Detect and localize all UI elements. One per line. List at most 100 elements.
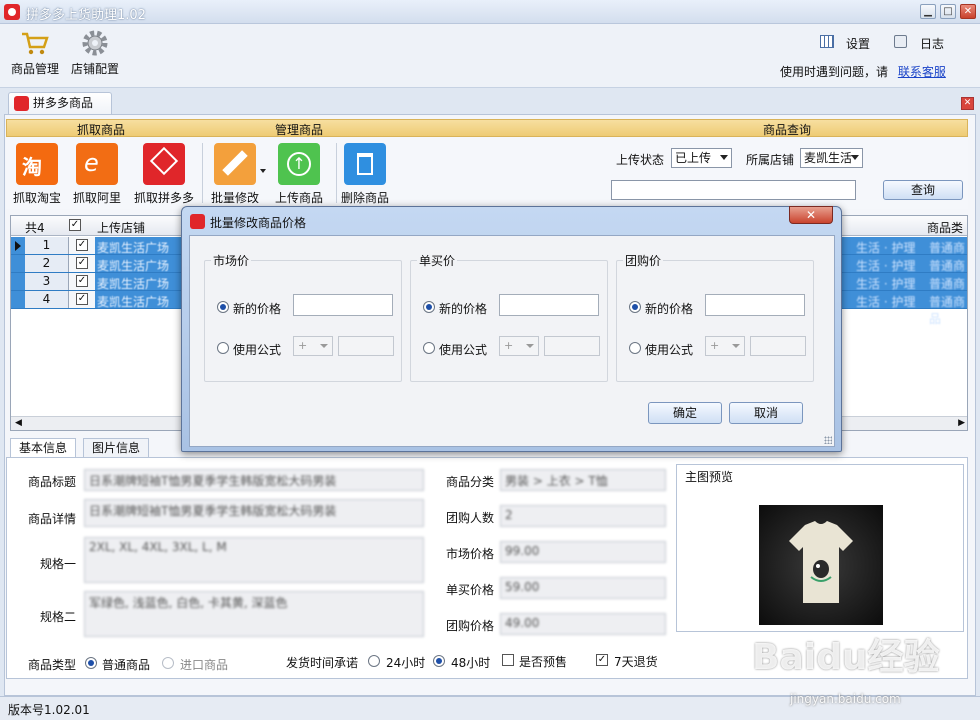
single-price-field[interactable]: 59.00: [500, 577, 666, 599]
version-label: 版本号1.02.01: [8, 703, 90, 717]
ok-button[interactable]: 确定: [648, 402, 722, 424]
spec2-field[interactable]: 军绿色, 浅蓝色, 白色, 卡其黄, 深蓝色: [84, 591, 424, 637]
single-formula-operator-select[interactable]: +: [499, 336, 539, 356]
group-header-bar: 抓取商品 管理商品 商品查询: [6, 119, 968, 137]
upload-products-button[interactable]: ↑ 上传商品: [268, 143, 330, 206]
row-checkbox[interactable]: ✓: [69, 255, 95, 272]
market-new-price-radio[interactable]: [217, 301, 229, 313]
close-tab-icon[interactable]: ✕: [961, 97, 974, 110]
market-formula-radio[interactable]: [217, 342, 229, 354]
market-new-price-input[interactable]: [293, 294, 393, 316]
upload-status-select[interactable]: 已上传: [671, 148, 732, 168]
group-price-label: 团购价格: [446, 619, 495, 633]
grid-count-label: 共4: [25, 221, 45, 235]
fetch-pdd-button[interactable]: 抓取拼多多: [132, 143, 196, 206]
row-checkbox[interactable]: ✓: [69, 237, 95, 254]
shop-config-button[interactable]: 店铺配置: [68, 28, 122, 77]
batch-edit-dropdown-icon[interactable]: [260, 169, 266, 173]
market-price-group-title: 市场价: [211, 252, 252, 269]
cart-icon: [20, 28, 50, 58]
search-button[interactable]: 查询: [883, 180, 963, 200]
group-new-price-input[interactable]: [705, 294, 805, 316]
chevron-down-icon: [732, 344, 740, 348]
group-manage-title: 管理商品: [275, 123, 324, 137]
group-formula-operator-select[interactable]: +: [705, 336, 745, 356]
row-shop: 麦凯生活广场: [97, 295, 170, 309]
taobao-icon: 淘: [16, 143, 58, 185]
type-normal-label: 普通商品: [102, 658, 151, 672]
select-all-checkbox[interactable]: ✓: [69, 219, 81, 231]
group-formula-label: 使用公式: [645, 343, 694, 357]
ship-24h-radio[interactable]: [368, 655, 380, 667]
scroll-left-icon[interactable]: ◀: [15, 418, 22, 428]
row-index: 1: [25, 237, 69, 254]
contact-support-link[interactable]: 联系客服: [898, 65, 946, 79]
title-bar: 拼多多上货助理1.02 ▁ □ ✕: [0, 0, 980, 24]
product-management-label: 商品管理: [10, 62, 59, 76]
market-formula-operator: +: [298, 339, 308, 352]
return-7days-checkbox[interactable]: ✓: [596, 654, 608, 666]
chevron-down-icon: [851, 155, 859, 160]
market-price-label: 市场价格: [446, 547, 495, 561]
batch-price-dialog: 批量修改商品价格 市场价 新的价格 使用公式 + 单买价 新的价格 使用公式 +…: [181, 206, 842, 452]
group-new-price-label: 新的价格: [645, 302, 694, 316]
ship-48h-radio[interactable]: [433, 655, 445, 667]
single-price-label: 单买价格: [446, 583, 495, 597]
product-type-label: 商品类型: [28, 658, 77, 672]
detail-field[interactable]: 日系潮牌短袖T恤男夏季学生韩版宽松大码男装: [84, 499, 424, 527]
settings-link[interactable]: 设置: [846, 35, 870, 52]
group-formula-input[interactable]: [750, 336, 806, 356]
single-formula-radio[interactable]: [423, 342, 435, 354]
dialog-title: 批量修改商品价格: [210, 216, 307, 230]
app-logo-icon: [4, 4, 20, 20]
row-checkbox[interactable]: ✓: [69, 273, 95, 290]
shop-select[interactable]: 麦凯生活: [800, 148, 863, 168]
type-import-radio[interactable]: [162, 657, 174, 669]
chevron-down-icon: [526, 344, 534, 348]
toolbar-separator: [202, 143, 203, 203]
presale-checkbox[interactable]: [502, 654, 514, 666]
fetch-taobao-button[interactable]: 淘 抓取淘宝: [6, 143, 68, 206]
scroll-right-icon[interactable]: ▶: [958, 418, 965, 428]
main-image-preview: 主图预览: [676, 464, 964, 632]
row-shop: 麦凯生活广场: [97, 241, 170, 255]
cancel-button[interactable]: 取消: [729, 402, 803, 424]
maximize-button[interactable]: □: [940, 4, 956, 19]
spec1-field[interactable]: 2XL, XL, 4XL, 3XL, L, M: [84, 537, 424, 583]
tab-basic-info[interactable]: 基本信息: [10, 438, 77, 458]
single-new-price-radio[interactable]: [423, 301, 435, 313]
single-new-price-input[interactable]: [499, 294, 599, 316]
delete-products-button[interactable]: 删除商品: [334, 143, 396, 206]
upload-status-label: 上传状态: [616, 153, 665, 167]
group-new-price-radio[interactable]: [629, 301, 641, 313]
close-window-button[interactable]: ✕: [960, 4, 976, 19]
tab-image-info[interactable]: 图片信息: [83, 438, 150, 458]
row-index: 4: [25, 291, 69, 308]
type-normal-radio[interactable]: [85, 657, 97, 669]
group-count-field[interactable]: 2: [500, 505, 666, 527]
dialog-close-button[interactable]: ✕: [789, 206, 833, 224]
category-field[interactable]: 男装 > 上衣 > T恤: [500, 469, 666, 491]
single-formula-input[interactable]: [544, 336, 600, 356]
fetch-alibaba-button[interactable]: e 抓取阿里: [66, 143, 128, 206]
group-formula-radio[interactable]: [629, 342, 641, 354]
group-price-field[interactable]: 49.00: [500, 613, 666, 635]
row-type: 普通商品: [929, 295, 966, 326]
batch-edit-button[interactable]: 批量修改: [204, 143, 266, 206]
title-field[interactable]: 日系潮牌短袖T恤男夏季学生韩版宽松大码男装: [84, 469, 424, 491]
product-management-button[interactable]: 商品管理: [8, 28, 62, 77]
resize-grip-icon[interactable]: [824, 436, 832, 444]
market-formula-input[interactable]: [338, 336, 394, 356]
group-price-group-title: 团购价: [623, 252, 664, 269]
ship-time-label: 发货时间承诺: [286, 656, 359, 670]
tab-pdd-products[interactable]: 拼多多商品: [8, 92, 112, 114]
market-formula-label: 使用公式: [233, 343, 282, 357]
market-price-field[interactable]: 99.00: [500, 541, 666, 563]
market-formula-operator-select[interactable]: +: [293, 336, 333, 356]
query-input[interactable]: [611, 180, 856, 200]
row-index: 3: [25, 273, 69, 290]
log-link[interactable]: 日志: [920, 35, 944, 52]
minimize-button[interactable]: ▁: [920, 4, 936, 19]
alibaba-icon: e: [76, 143, 118, 185]
row-checkbox[interactable]: ✓: [69, 291, 95, 308]
